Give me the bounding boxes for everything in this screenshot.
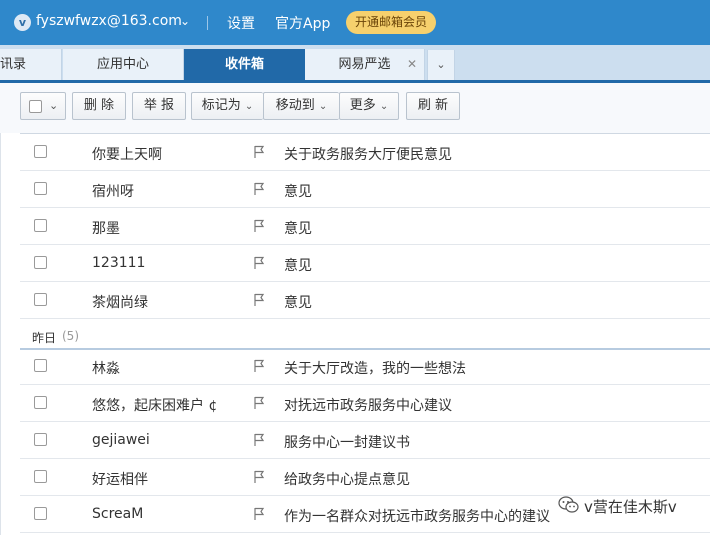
chevron-down-icon: ⌄ <box>244 101 254 112</box>
mail-sender: 你要上天啊 <box>92 147 162 163</box>
flag-icon[interactable] <box>253 256 266 270</box>
chevron-down-icon[interactable]: ⌄ <box>49 93 58 119</box>
left-border <box>0 133 1 535</box>
mail-row[interactable]: 那墨 意见 <box>20 208 710 245</box>
mail-sender: 茶烟尚绿 <box>92 295 148 311</box>
mail-subject: 对抚远市政务服务中心建议 <box>284 398 452 414</box>
move-to-label: 移动到 <box>275 98 315 113</box>
chevron-down-icon: ⌄ <box>318 101 328 112</box>
mail-subject: 给政务中心提点意见 <box>284 472 410 488</box>
flag-icon[interactable] <box>253 182 266 196</box>
mail-subject: 服务中心一封建议书 <box>284 435 410 451</box>
watermark-text: v营在佳木斯v <box>584 498 677 516</box>
row-checkbox[interactable] <box>34 433 47 446</box>
mail-subject: 作为一名群众对抚远市政务服务中心的建议 <box>284 509 550 525</box>
row-checkbox[interactable] <box>34 396 47 409</box>
mail-sender: ScreaM <box>92 506 144 522</box>
flag-icon[interactable] <box>253 293 266 307</box>
row-checkbox[interactable] <box>34 256 47 269</box>
mail-subject: 意见 <box>284 184 312 200</box>
move-to-button[interactable]: 移动到 ⌄ <box>263 92 339 120</box>
account-email[interactable]: fyszwfwzx@163.com <box>36 13 182 29</box>
user-avatar[interactable]: v <box>14 14 31 31</box>
top-header: v fyszwfwzx@163.com ⌄ 设置 官方App 开通邮箱会员 <box>0 0 710 45</box>
row-checkbox[interactable] <box>34 470 47 483</box>
tab-yanxuan-label: 网易严选 <box>338 57 391 72</box>
mail-sender: 林淼 <box>92 361 120 377</box>
refresh-button[interactable]: 刷 新 <box>406 92 460 120</box>
mail-sender: 123111 <box>92 255 146 271</box>
flag-icon[interactable] <box>253 396 266 410</box>
mail-toolbar: ⌄ 删 除 举 报 标记为 ⌄ 移动到 ⌄ 更多 ⌄ 刷 新 <box>0 83 710 133</box>
delete-button[interactable]: 删 除 <box>72 92 126 120</box>
mail-subject: 意见 <box>284 221 312 237</box>
wechat-watermark: v营在佳木斯v <box>558 494 708 518</box>
settings-link[interactable]: 设置 <box>227 13 255 33</box>
mark-as-label: 标记为 <box>201 98 241 113</box>
chevron-down-icon[interactable]: ⌄ <box>180 14 190 28</box>
mail-sender: gejiawei <box>92 432 150 448</box>
tab-app-center[interactable]: 应用中心 <box>63 49 184 80</box>
group-label: 昨日 <box>32 331 57 345</box>
mail-row[interactable]: 你要上天啊 关于政务服务大厅便民意见 <box>20 134 710 171</box>
close-icon[interactable]: ✕ <box>407 57 417 71</box>
tab-contacts[interactable]: 讯录 <box>0 49 62 80</box>
mail-row[interactable]: 悠悠，起床困难户 ¢ 对抚远市政务服务中心建议 <box>20 385 710 422</box>
mail-subject: 意见 <box>284 258 312 274</box>
row-checkbox[interactable] <box>34 145 47 158</box>
more-label: 更多 <box>349 98 376 113</box>
flag-icon[interactable] <box>253 219 266 233</box>
tab-bar: 讯录 应用中心 收件箱 网易严选 ✕ <box>0 45 710 80</box>
mail-sender: 好运相伴 <box>92 472 148 488</box>
mail-sender: 悠悠，起床困难户 ¢ <box>92 398 218 414</box>
official-app-link[interactable]: 官方App <box>275 13 330 33</box>
report-button[interactable]: 举 报 <box>132 92 186 120</box>
mail-row[interactable]: 宿州呀 意见 <box>20 171 710 208</box>
flag-icon[interactable] <box>253 145 266 159</box>
row-checkbox[interactable] <box>34 293 47 306</box>
mail-sender: 那墨 <box>92 221 120 237</box>
more-button[interactable]: 更多 ⌄ <box>339 92 399 120</box>
wechat-icon <box>558 496 579 513</box>
mail-row[interactable]: 茶烟尚绿 意见 <box>20 282 710 319</box>
flag-icon[interactable] <box>253 433 266 447</box>
mail-row[interactable]: 123111 意见 <box>20 245 710 282</box>
flag-icon[interactable] <box>253 507 266 521</box>
row-checkbox[interactable] <box>34 507 47 520</box>
mail-row[interactable]: 林淼 关于大厅改造，我的一些想法 <box>20 348 710 385</box>
mark-as-button[interactable]: 标记为 ⌄ <box>191 92 263 120</box>
header-divider <box>207 16 208 30</box>
tab-inbox[interactable]: 收件箱 <box>184 49 305 80</box>
select-all-dropdown[interactable]: ⌄ <box>20 92 66 120</box>
row-checkbox[interactable] <box>34 359 47 372</box>
mail-subject: 关于政务服务大厅便民意见 <box>284 147 452 163</box>
chevron-down-icon: ⌄ <box>379 101 389 112</box>
flag-icon[interactable] <box>253 359 266 373</box>
open-vip-button[interactable]: 开通邮箱会员 <box>346 11 436 34</box>
mail-subject: 意见 <box>284 295 312 311</box>
group-count: (5) <box>62 329 79 343</box>
select-all-checkbox[interactable] <box>29 100 42 113</box>
mail-sender: 宿州呀 <box>92 184 134 200</box>
mail-row[interactable]: 好运相伴 给政务中心提点意见 <box>20 459 710 496</box>
group-header-yesterday[interactable]: 昨日 (5) <box>20 320 710 350</box>
flag-icon[interactable] <box>253 470 266 484</box>
tab-more-chevron-icon[interactable]: ⌄ <box>427 50 455 80</box>
row-checkbox[interactable] <box>34 219 47 232</box>
mail-subject: 关于大厅改造，我的一些想法 <box>284 361 466 377</box>
row-checkbox[interactable] <box>34 182 47 195</box>
mail-row[interactable]: gejiawei 服务中心一封建议书 <box>20 422 710 459</box>
